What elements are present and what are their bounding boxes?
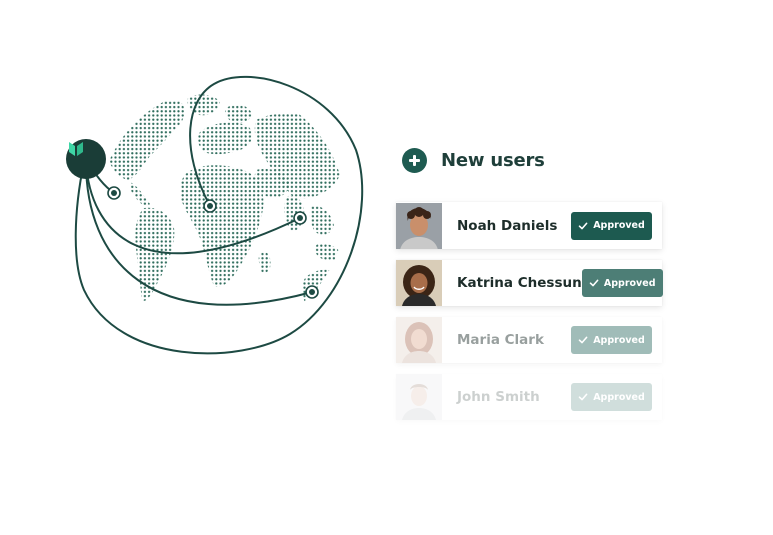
status-label: Approved [593, 391, 645, 403]
leaf-logo-icon [69, 142, 83, 156]
status-badge[interactable]: Approved [571, 326, 652, 354]
list-item[interactable]: Katrina Chessun Approved [396, 260, 663, 306]
status-badge[interactable]: Approved [571, 383, 652, 411]
user-name: Katrina Chessun [457, 275, 582, 291]
plus-circle-icon[interactable] [402, 148, 427, 173]
user-name: John Smith [457, 389, 540, 405]
avatar [396, 260, 442, 306]
status-label: Approved [593, 220, 645, 231]
status-badge[interactable]: Approved [581, 269, 663, 297]
avatar-photo-icon [396, 374, 442, 420]
list-item[interactable]: Maria Clark Approved [396, 317, 662, 363]
world-map-globe [74, 75, 364, 355]
avatar-photo-icon [396, 317, 442, 363]
check-icon [578, 336, 588, 344]
check-icon [589, 279, 599, 287]
status-label: Approved [593, 334, 645, 346]
avatar [396, 317, 442, 363]
avatar-photo-icon [396, 260, 442, 306]
status-label: Approved [603, 277, 656, 289]
globe-illustration [0, 0, 380, 380]
user-name: Maria Clark [457, 332, 544, 348]
user-name: Noah Daniels [457, 217, 558, 234]
check-icon [578, 393, 588, 401]
list-item[interactable]: Noah Daniels Approved [396, 202, 662, 249]
new-users-header: New users [402, 148, 545, 173]
avatar-photo-icon [396, 202, 442, 249]
avatar [396, 374, 442, 420]
panel-title: New users [441, 150, 545, 171]
list-item[interactable]: John Smith Approved [396, 374, 662, 420]
check-icon [578, 222, 588, 229]
user-list: Noah Daniels Approved Katrina Chessun Ap… [396, 202, 663, 431]
brand-logo [66, 139, 106, 179]
status-badge[interactable]: Approved [571, 211, 652, 240]
avatar [396, 202, 442, 249]
